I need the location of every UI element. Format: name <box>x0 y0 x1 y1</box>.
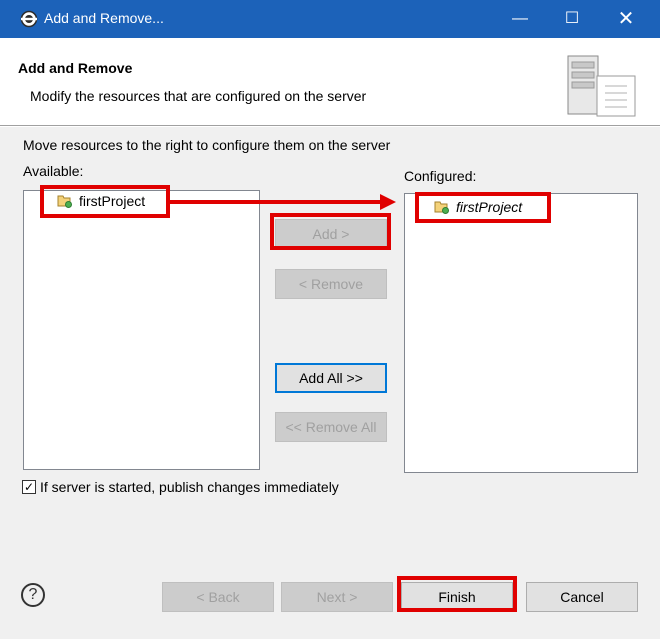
configured-label: Configured: <box>404 168 477 184</box>
title-bar: Add and Remove... — ☐ ✕ <box>0 0 660 38</box>
annotation-arrow <box>168 194 396 210</box>
instructions-text: Move resources to the right to configure… <box>23 137 391 153</box>
highlight-box-finish-button <box>397 576 517 612</box>
configured-list[interactable] <box>404 193 638 473</box>
minimize-button[interactable]: — <box>498 0 542 38</box>
available-list[interactable] <box>23 190 260 470</box>
maximize-button[interactable]: ☐ <box>550 0 594 38</box>
highlight-box-configured-item <box>415 192 551 223</box>
server-banner-icon <box>567 55 636 117</box>
back-button[interactable]: < Back <box>162 582 274 612</box>
add-all-button[interactable]: Add All >> <box>275 363 387 393</box>
remove-all-button[interactable]: << Remove All <box>275 412 387 442</box>
window-title: Add and Remove... <box>44 10 164 26</box>
available-label: Available: <box>23 163 84 179</box>
page-title: Add and Remove <box>18 60 133 76</box>
close-button[interactable]: ✕ <box>604 0 648 38</box>
highlight-box-available-item <box>40 185 170 218</box>
publish-checkbox[interactable]: ✓ <box>22 480 36 494</box>
wizard-header: Add and Remove Modify the resources that… <box>0 38 660 126</box>
publish-checkbox-label: If server is started, publish changes im… <box>40 479 339 495</box>
remove-button[interactable]: < Remove <box>275 269 387 299</box>
highlight-box-add-button <box>270 213 391 250</box>
next-button[interactable]: Next > <box>281 582 393 612</box>
page-description: Modify the resources that are configured… <box>30 88 367 104</box>
eclipse-app-icon <box>20 10 38 28</box>
help-icon[interactable]: ? <box>21 583 45 607</box>
cancel-button[interactable]: Cancel <box>526 582 638 612</box>
